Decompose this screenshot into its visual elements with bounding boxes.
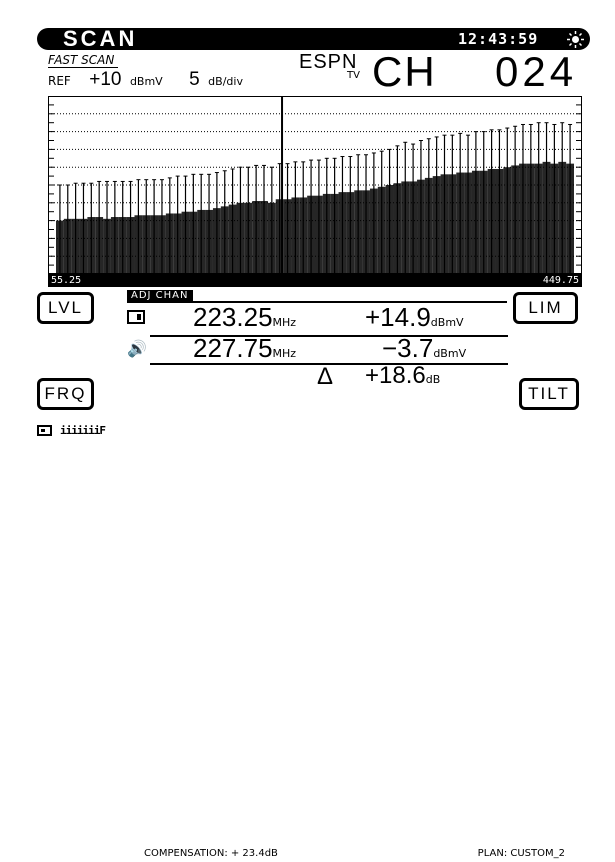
audio-carrier-bar: [526, 163, 535, 274]
scale-unit: dB/div: [208, 75, 243, 88]
frq-button[interactable]: FRQ: [37, 378, 94, 410]
audio-carrier-bar: [228, 204, 237, 274]
audio-carrier-bar: [291, 197, 300, 274]
audio-carrier-bar: [377, 186, 386, 274]
audio-carrier-bar: [299, 197, 308, 274]
audio-carrier-bar: [558, 161, 567, 274]
start-frequency: 55.25: [51, 275, 82, 286]
audio-carrier-bar: [417, 179, 425, 274]
audio-carrier-bar: [87, 217, 96, 274]
audio-carrier-bar: [519, 163, 527, 274]
audio-carrier-bar: [464, 172, 472, 274]
audio-carrier-bar: [173, 213, 182, 274]
audio-carrier-icon: 🔊: [127, 339, 147, 358]
audio-carrier-bar: [118, 217, 127, 274]
audio-carrier-bar: [197, 209, 206, 274]
audio-carrier-bar: [126, 217, 135, 274]
audio-carrier-bar: [181, 211, 190, 274]
audio-carrier-bar: [542, 161, 551, 274]
audio-carrier-bar: [495, 168, 504, 274]
audio-carrier-bar: [338, 192, 347, 274]
delta-symbol: Δ: [317, 363, 334, 390]
audio-carrier-bar: [503, 167, 512, 274]
audio-carrier-bar: [150, 215, 159, 274]
audio-carrier-bar: [95, 217, 104, 274]
audio-carrier-bar: [142, 215, 151, 274]
audio-carrier-bar: [424, 177, 433, 274]
frequency-bar: [48, 274, 582, 287]
audio-carrier-bar: [330, 193, 339, 274]
audio-carrier-bar: [283, 199, 292, 274]
audio-carrier-bar: [393, 183, 402, 274]
audio-carrier-bar: [511, 165, 520, 274]
audio-carrier-bar: [440, 174, 449, 274]
tilt-button[interactable]: TILT: [519, 378, 579, 410]
audio-carrier-bar: [220, 206, 229, 274]
audio-carrier-bar: [267, 202, 276, 274]
audio-carrier-bar: [432, 176, 441, 274]
ref-label: REF: [48, 74, 71, 88]
scan-mode-label: FAST SCAN: [48, 53, 115, 67]
video-carrier-icon: [127, 310, 145, 324]
audio-carrier-bar: [456, 172, 465, 274]
audio-carrier-bar: [487, 168, 496, 274]
ref-value: +10: [89, 69, 122, 90]
audio-carrier-bar: [409, 181, 418, 274]
scale-value: 5: [189, 69, 200, 90]
audio-carrier-bar: [534, 163, 543, 274]
audio-carrier-bar: [401, 181, 410, 274]
audio-carrier-bar: [79, 218, 88, 274]
plan-label: PLAN: CUSTOM_2: [477, 848, 565, 859]
audio-carrier-bar: [369, 188, 378, 274]
audio-carrier-bar: [566, 163, 574, 274]
spectrum-graph[interactable]: [48, 96, 582, 274]
audio-carrier-bar: [448, 174, 457, 274]
audio-carrier-bar: [346, 192, 355, 274]
audio-carrier-bar: [354, 190, 363, 274]
compensation-label: COMPENSATION: + 23.4dB: [144, 848, 278, 859]
audio-carrier-bar: [244, 202, 253, 274]
reference-row: REF +10 dBmV 5 dB/div: [48, 69, 243, 91]
audio-carrier-bar: [63, 218, 72, 274]
screen-title: SCAN: [63, 26, 138, 51]
lim-button[interactable]: LIM: [513, 292, 578, 324]
channel-sub: TV: [347, 70, 360, 81]
audio-carrier-bar: [385, 185, 394, 274]
audio-carrier-bar: [56, 220, 64, 274]
audio-carrier-bar: [71, 218, 80, 274]
audio-carrier-bar: [205, 209, 213, 274]
status-bar: COMPENSATION: + 23.4dB PLAN: CUSTOM_2: [37, 423, 590, 859]
audio-carrier-bar: [158, 215, 166, 274]
audio-carrier-bar: [110, 217, 119, 274]
end-frequency: 449.75: [542, 275, 579, 286]
meter-screen: SCAN 12:43:59 FAST SCAN REF +10 dBmV 5 d…: [0, 0, 615, 859]
clock: 12:43:59: [458, 30, 539, 48]
scan-mode-underline: [48, 67, 118, 68]
audio-carrier-bar: [134, 215, 143, 274]
ref-unit: dBmV: [129, 75, 163, 88]
audio-carrier-bar: [550, 163, 559, 274]
audio-carrier-bar: [362, 190, 370, 274]
audio-carrier-bar: [260, 201, 268, 274]
audio-carrier-bar: [479, 170, 488, 274]
channel-number[interactable]: 024: [495, 50, 577, 94]
delta-value: +18.6dB: [365, 362, 441, 389]
lvl-button[interactable]: LVL: [37, 292, 94, 324]
audio-carrier-bar: [236, 202, 245, 274]
backlight-icon: [567, 31, 584, 48]
audio-carrier-bar: [322, 193, 331, 274]
audio-carrier-bar: [103, 218, 111, 274]
audio-carrier-bar: [189, 211, 198, 274]
audio-carrier-bar: [315, 195, 323, 274]
audio-carrier-bar: [307, 195, 315, 274]
audio-carrier-bar: [165, 213, 174, 274]
audio-carrier-bar: [212, 208, 221, 274]
audio-carrier-bar: [252, 201, 261, 274]
ch-label: CH: [372, 48, 437, 95]
audio-carrier-bar: [471, 170, 480, 274]
